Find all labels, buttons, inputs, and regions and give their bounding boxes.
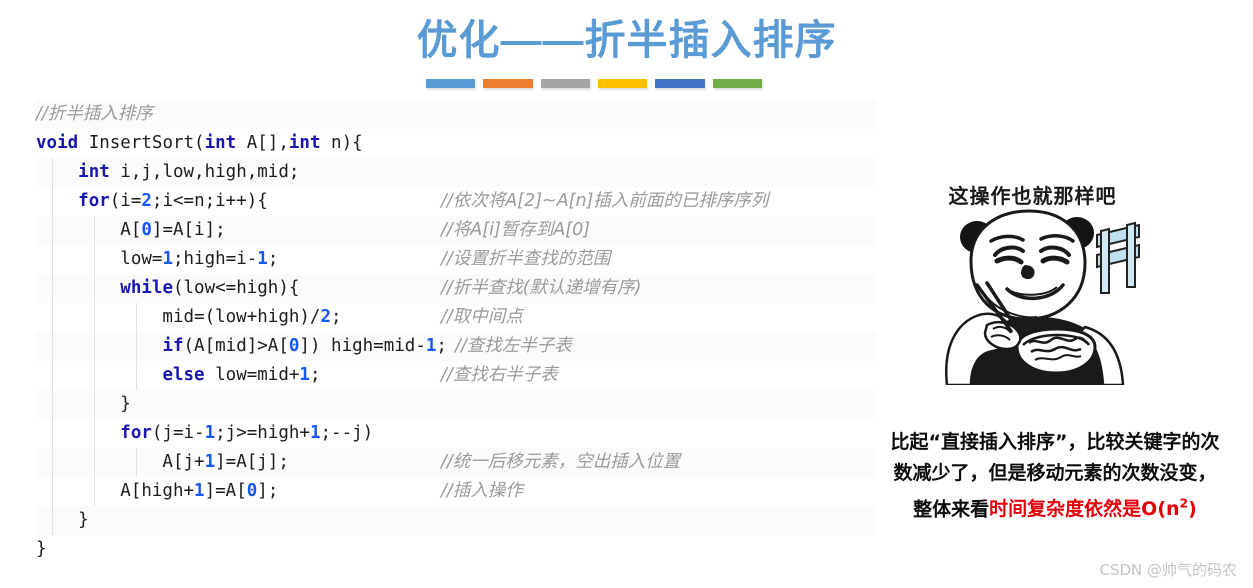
indent-guide (52, 361, 53, 390)
indent-guide (94, 245, 95, 274)
indent-guide (52, 187, 53, 216)
code-line: void InsertSort(int A[],int n){ (36, 129, 876, 158)
note-line-3: 整体来看时间复杂度依然是O(n2) (860, 489, 1250, 525)
page-title: 优化——折半插入排序 (416, 17, 837, 63)
code-line: for(j=i-1;j>=high+1;--j) (36, 419, 876, 448)
indent-guide (52, 390, 53, 419)
indent-guide (52, 506, 53, 535)
code-line-comment: //查找右半子表 (441, 365, 558, 385)
code-line-comment: //取中间点 (441, 307, 523, 327)
code-line-text: while(low<=high){ (120, 278, 300, 298)
code-line: int i,j,low,high,mid; (36, 158, 876, 187)
code-line: else low=mid+1; //查找右半子表 (36, 361, 876, 390)
note-line-2: 数减少了，但是移动元素的次数没变， (893, 462, 1217, 484)
code-line-comment: //查找左半子表 (454, 336, 572, 356)
code-line: for(i=2;i<=n;i++){ //依次将A[2]~A[n]插入前面的已排序… (36, 187, 876, 216)
code-line-text: void InsertSort(int A[],int n){ (36, 133, 363, 153)
note-line-1: 比起“直接插入排序”，比较关键字的次 (890, 431, 1220, 453)
csdn-watermark: CSDN @帅气的码农 (1099, 561, 1237, 579)
indent-guide (136, 332, 137, 361)
code-line: low=1;high=i-1; //设置折半查找的范围 (36, 245, 876, 274)
indent-guide (94, 274, 95, 303)
code-line-text: for(j=i-1;j>=high+1;--j) (120, 423, 374, 443)
summary-note: 比起“直接插入排序”，比较关键字的次 数减少了，但是移动元素的次数没变， 整体来… (860, 427, 1250, 525)
code-line-text: } (36, 539, 47, 559)
underline-segment-6 (712, 79, 762, 88)
code-line: while(low<=high){ //折半查找(默认递增有序) (36, 274, 876, 303)
note-complexity-highlight: 时间复杂度依然是O(n2) (989, 497, 1197, 521)
indent-guide (94, 419, 95, 448)
code-line: } (36, 390, 876, 419)
code-line: if(A[mid]>A[0]) high=mid-1; //查找左半子表 (36, 332, 876, 361)
indent-guide (52, 419, 53, 448)
code-line: } (36, 535, 876, 564)
title-area: 优化——折半插入排序 (0, 0, 1253, 98)
underline-segment-4 (597, 79, 648, 88)
code-line-text: A[0]=A[i]; (36, 220, 226, 240)
meme-caption: 这操作也就那样吧 (948, 184, 1117, 208)
code-line-comment: //插入操作 (441, 481, 523, 501)
code-line-text: A[high+1]=A[0]; (36, 481, 279, 501)
indent-guide (52, 158, 53, 187)
code-line-comment: //设置折半查找的范围 (441, 249, 611, 269)
code-line-comment: //将A[i]暂存到A[0] (441, 220, 591, 240)
note-complexity-text: 时间复杂度依然是O(n (989, 498, 1180, 521)
code-line: A[0]=A[i]; //将A[i]暂存到A[0] (36, 216, 876, 245)
indent-guide (52, 245, 53, 274)
underline-segment-1 (426, 79, 476, 88)
code-line-text: } (36, 510, 89, 530)
code-line-text: for(i=2;i<=n;i++){ (78, 191, 268, 211)
code-line-text: A[j+1]=A[j]; (36, 452, 289, 472)
note-complexity-exponent: 2 (1179, 497, 1189, 511)
underline-segment-2 (483, 79, 533, 88)
code-line: //折半插入排序 (36, 100, 876, 129)
indent-guide (94, 303, 95, 332)
indent-guide (94, 216, 95, 245)
code-line-text: else low=mid+1; (162, 365, 321, 385)
indent-guide (94, 390, 95, 419)
code-line: } (36, 506, 876, 535)
indent-guide (52, 303, 53, 332)
code-line-text: int i,j,low,high,mid; (78, 162, 300, 182)
indent-guide (52, 274, 53, 303)
note-line-3-prefix: 整体来看 (913, 498, 990, 521)
title-underline-decoration (426, 79, 762, 88)
code-line-comment: //折半查找(默认递增有序) (441, 278, 642, 298)
code-line-text: } (36, 394, 131, 414)
panda-man-eating-noodles-icon (925, 207, 1140, 385)
indent-guide (52, 448, 53, 477)
indent-guide (52, 477, 53, 506)
underline-segment-3 (540, 79, 590, 88)
code-line-text: low=1;high=i-1; (36, 249, 279, 269)
indent-guide (94, 448, 95, 477)
code-line-text: if(A[mid]>A[0]) high=mid-1; (162, 336, 447, 356)
underline-segment-5 (655, 79, 705, 88)
indent-guide (136, 361, 137, 390)
indent-guide (52, 332, 53, 361)
indent-guide (94, 361, 95, 390)
indent-guide (136, 303, 137, 332)
code-block: //折半插入排序 void InsertSort(int A[],int n){ … (36, 100, 876, 564)
indent-guide (94, 477, 95, 506)
code-line-comment: //统一后移元素，空出插入位置 (441, 452, 681, 472)
code-line: mid=(low+high)/2; //取中间点 (36, 303, 876, 332)
code-line-text: //折半插入排序 (36, 104, 153, 124)
panda-meme-image: 这操作也就那样吧 (925, 177, 1140, 385)
indent-guide (94, 332, 95, 361)
note-complexity-suffix: ) (1188, 498, 1197, 521)
code-line: A[j+1]=A[j]; //统一后移元素，空出插入位置 (36, 448, 876, 477)
indent-guide (136, 448, 137, 477)
code-line-text: mid=(low+high)/2; (36, 307, 342, 327)
indent-guide (52, 216, 53, 245)
code-line: A[high+1]=A[0]; //插入操作 (36, 477, 876, 506)
code-line-comment: //依次将A[2]~A[n]插入前面的已排序序列 (441, 191, 769, 211)
